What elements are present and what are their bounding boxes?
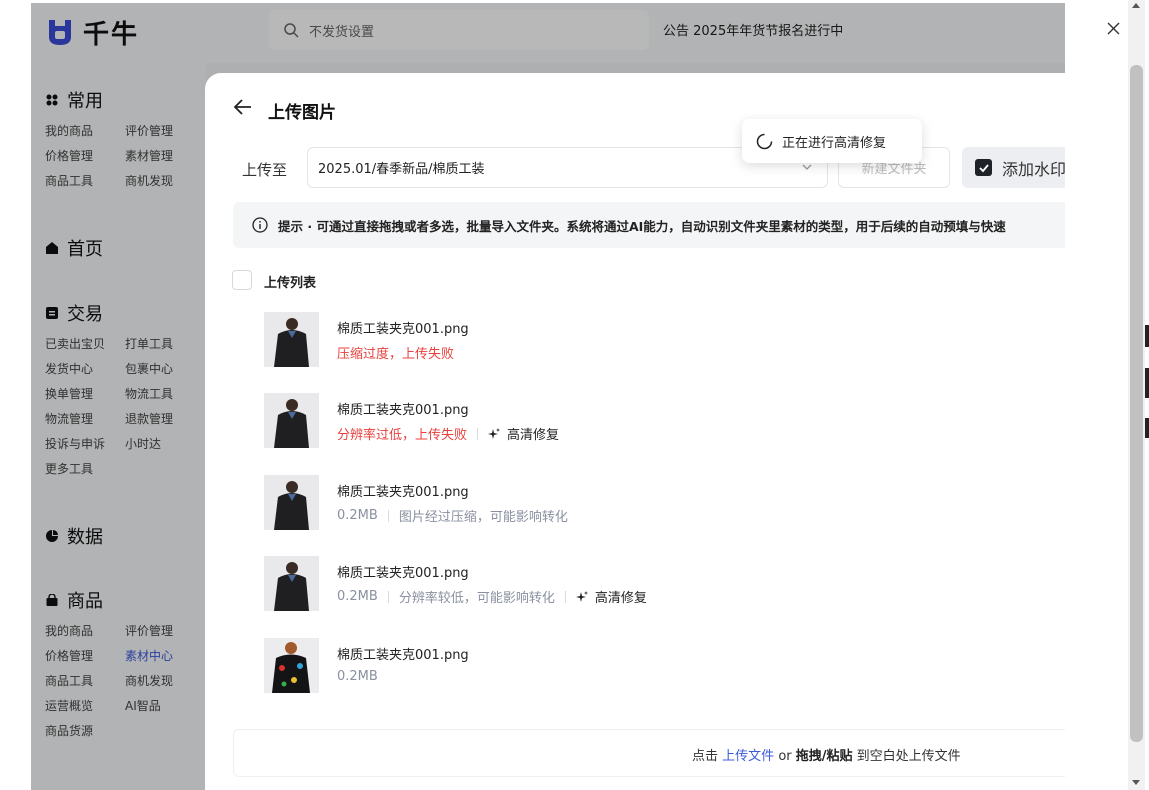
jacket-image <box>264 638 319 693</box>
jacket-thumbnail[interactable] <box>264 475 319 530</box>
divider <box>564 590 566 603</box>
file-status: 0.2MB <box>337 669 378 684</box>
status-text: 分辨率过低，上传失败 <box>337 428 468 443</box>
jacket-image <box>264 556 319 611</box>
upload-file-link[interactable]: 上传文件 <box>722 749 774 764</box>
list-item: 棉质工装夹克001.png 0.2MB <box>264 638 964 694</box>
info-icon <box>252 217 268 233</box>
tip-bar: 提示 · 可通过直接拖拽或者多选，批量导入文件夹。系统将通过AI能力，自动识别文… <box>233 202 1065 248</box>
list-item: 棉质工装夹克001.png 分辨率过低，上传失败 高清修复 <box>264 393 964 449</box>
sparkle-icon <box>575 590 588 602</box>
file-name: 棉质工装夹克001.png <box>337 485 469 500</box>
upload-list-title: 上传列表 <box>264 276 317 291</box>
tip-text: 提示 · 可通过直接拖拽或者多选，批量导入文件夹。系统将通过AI能力，自动识别文… <box>278 218 1006 234</box>
offscreen-edge <box>1145 0 1149 790</box>
divider <box>477 427 479 440</box>
select-all-checkbox[interactable] <box>232 270 252 290</box>
file-name: 棉质工装夹克001.png <box>337 403 469 418</box>
panel-title: 上传图片 <box>268 103 336 123</box>
viewport: 千牛 不发货设置 公告 2025年年货节报名进行中 常用 我的商品 评价管理 价… <box>0 0 1149 790</box>
folder-select-value: 2025.01/春季新品/棉质工装 <box>318 162 485 177</box>
processing-toast: 正在进行高清修复 <box>742 119 922 163</box>
file-status: 0.2MB 分辨率较低，可能影响转化 高清修复 <box>337 587 647 606</box>
file-status: 分辨率过低，上传失败 高清修复 <box>337 424 559 443</box>
list-item: 棉质工装夹克001.png 0.2MB 图片经过压缩，可能影响转化 <box>264 475 964 531</box>
dropzone-text: 点击 上传文件 or 拖拽/粘贴 到空白处上传文件 <box>692 749 961 764</box>
upload-panel: 上传图片 正在进行高清修复 上传至 2025.01/春季新品/棉质工装 新建文件… <box>205 73 1065 790</box>
scroll-down-arrow-icon[interactable] <box>1132 780 1140 785</box>
sparkle-icon <box>488 427 501 439</box>
file-size: 0.2MB <box>337 589 378 604</box>
jacket-thumbnail[interactable] <box>264 556 319 611</box>
jacket-thumbnail[interactable] <box>264 638 319 693</box>
toast-text: 正在进行高清修复 <box>782 135 887 151</box>
checkbox-checked[interactable] <box>975 159 992 176</box>
file-status: 压缩过度，上传失败 <box>337 343 454 362</box>
close-icon[interactable] <box>1105 20 1122 37</box>
list-item: 棉质工装夹克001.png 压缩过度，上传失败 <box>264 312 964 368</box>
jacket-thumbnail[interactable] <box>264 312 319 367</box>
status-text: 分辨率较低，可能影响转化 <box>398 591 555 606</box>
scroll-up-arrow-icon[interactable] <box>1132 3 1140 8</box>
status-text: 图片经过压缩，可能影响转化 <box>398 510 568 525</box>
loading-spinner-icon <box>756 133 773 149</box>
file-size: 0.2MB <box>337 669 378 684</box>
file-size: 0.2MB <box>337 508 378 523</box>
list-item: 棉质工装夹克001.png 0.2MB 分辨率较低，可能影响转化 高清修复 <box>264 556 964 612</box>
watermark-label: 添加水印 <box>1002 159 1065 179</box>
divider <box>387 509 389 522</box>
jacket-thumbnail[interactable] <box>264 393 319 448</box>
back-arrow-icon[interactable] <box>234 99 252 115</box>
check-icon <box>978 163 989 172</box>
upload-to-label: 上传至 <box>242 161 288 179</box>
jacket-image <box>264 312 319 367</box>
hd-repair-button[interactable]: 高清修复 <box>575 587 647 606</box>
vertical-scrollbar[interactable] <box>1128 0 1145 790</box>
upload-dropzone[interactable]: 点击 上传文件 or 拖拽/粘贴 到空白处上传文件 <box>233 729 1065 777</box>
jacket-image <box>264 393 319 448</box>
status-text: 压缩过度，上传失败 <box>337 347 455 362</box>
file-name: 棉质工装夹克001.png <box>337 648 469 663</box>
jacket-image <box>264 475 319 530</box>
file-name: 棉质工装夹克001.png <box>337 566 469 581</box>
hd-repair-button[interactable]: 高清修复 <box>488 424 559 443</box>
file-name: 棉质工装夹克001.png <box>337 322 469 337</box>
file-status: 0.2MB 图片经过压缩，可能影响转化 <box>337 506 568 525</box>
add-watermark-checkbox[interactable]: 添加水印 <box>962 147 1065 188</box>
divider <box>387 590 389 603</box>
scrollbar-thumb[interactable] <box>1130 65 1143 742</box>
